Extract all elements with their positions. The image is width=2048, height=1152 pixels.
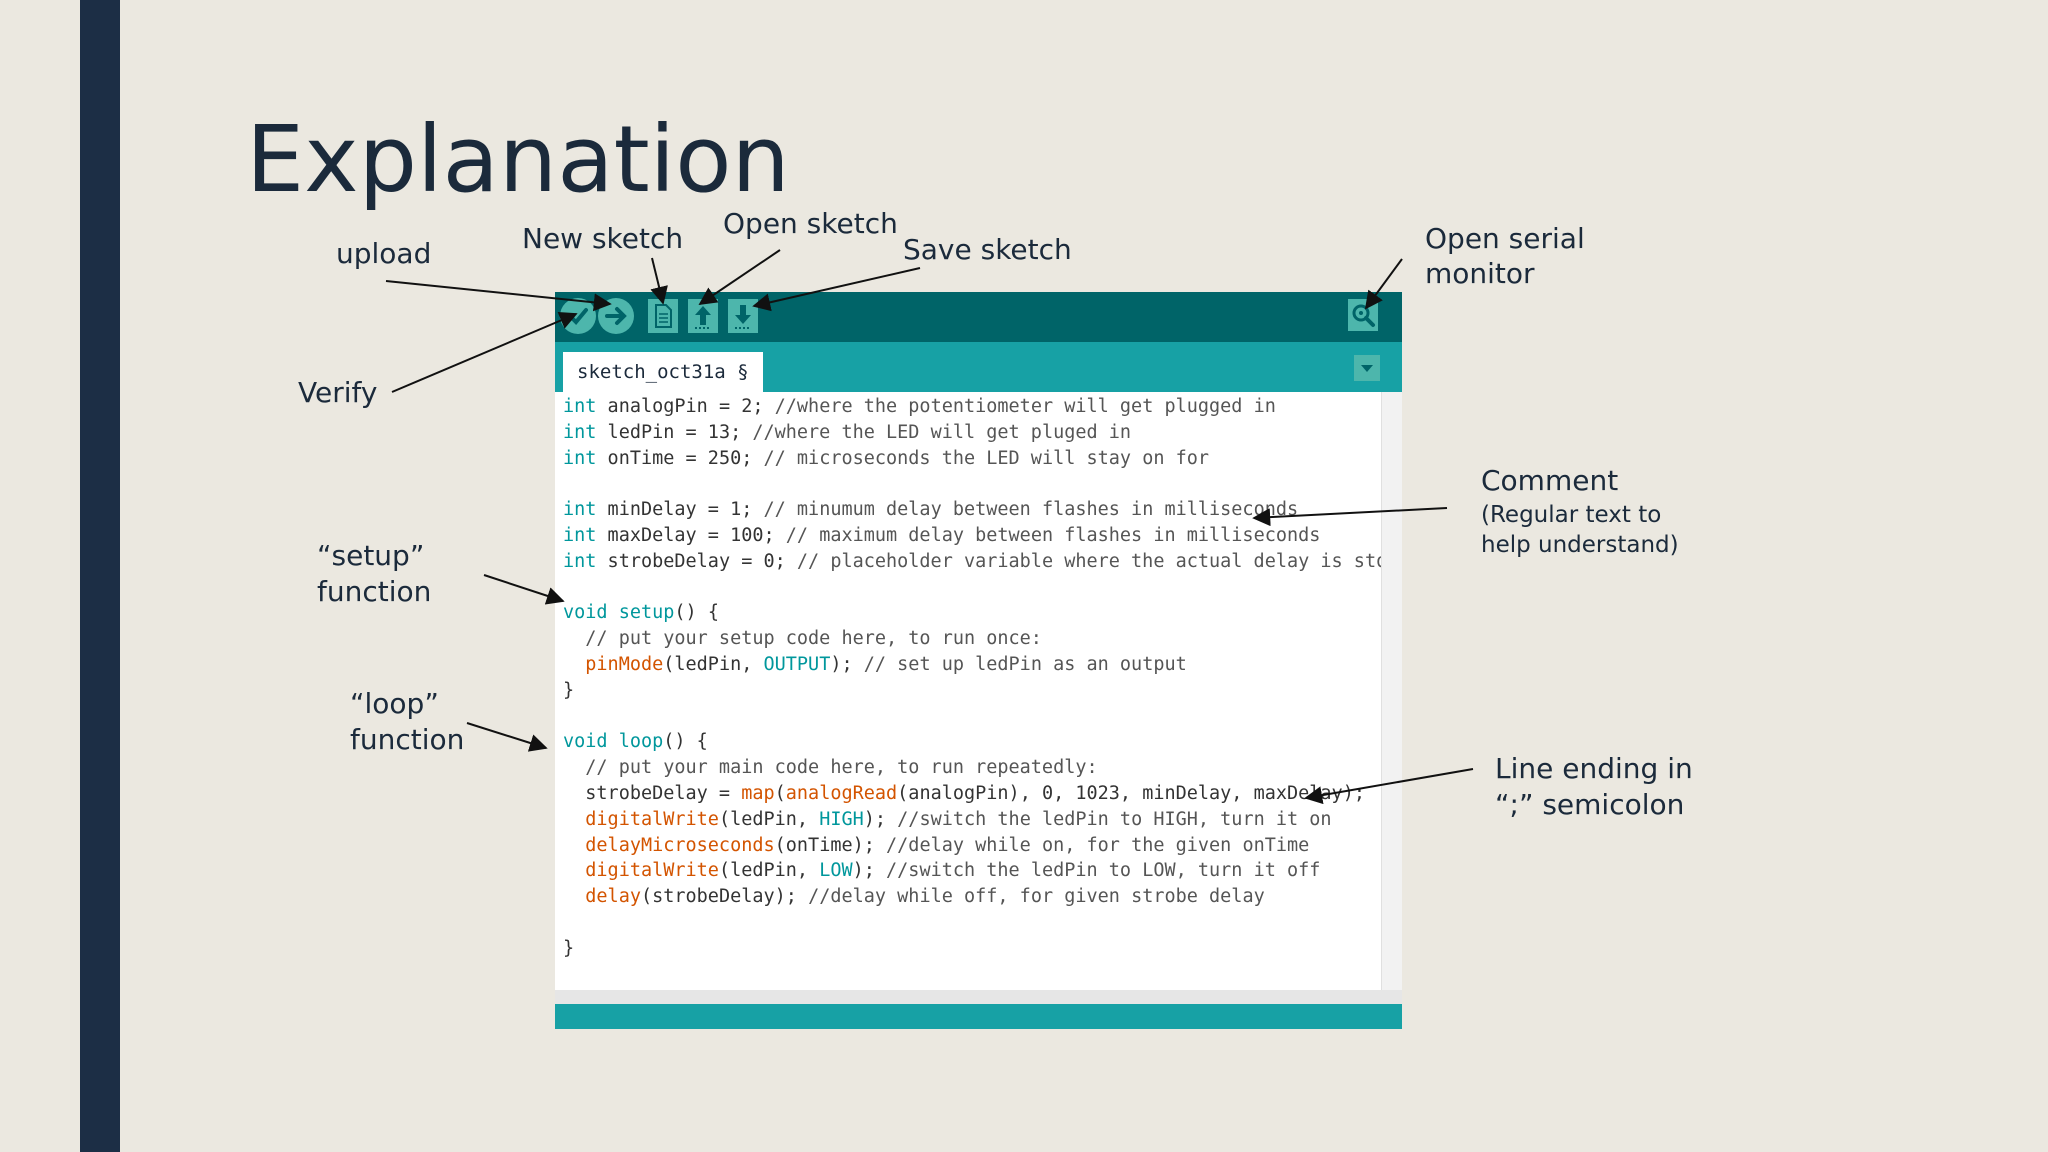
code-line: int onTime = 250; // microseconds the LE… <box>563 447 1210 469</box>
console-resize-handle[interactable] <box>555 990 1402 1004</box>
open-sketch-icon <box>695 306 711 329</box>
code-line: int maxDelay = 100; // maximum delay bet… <box>563 524 1321 546</box>
code-line: delay(strobeDelay); //delay while off, f… <box>585 886 1265 908</box>
label-comment: Comment <box>1481 464 1619 497</box>
code-line: delayMicroseconds(onTime); //delay while… <box>585 834 1310 856</box>
new-sketch-button[interactable] <box>648 299 678 333</box>
code-line: pinMode(ledPin, OUTPUT); // set up ledPi… <box>585 653 1187 675</box>
label-new-sketch: New sketch <box>522 222 684 255</box>
label-save-sketch: Save sketch <box>903 233 1072 266</box>
label-semicolon: “;” semicolon <box>1495 788 1685 821</box>
code-line: ​ <box>563 575 1402 601</box>
upload-icon <box>605 307 627 325</box>
label-open-serial: Open serial <box>1425 222 1585 255</box>
code-editor[interactable]: int analogPin = 2; //where the potentiom… <box>555 392 1402 990</box>
label-loop-function: function <box>350 723 465 756</box>
code-line: ​ <box>563 471 1402 497</box>
serial-monitor-button[interactable] <box>1348 299 1378 331</box>
code-line: int strobeDelay = 0; // placeholder vari… <box>563 550 1402 572</box>
arrow-setup <box>483 574 565 605</box>
code-line: strobeDelay = map(analogRead(analogPin),… <box>563 782 1365 804</box>
code-line: int analogPin = 2; //where the potentiom… <box>563 396 1276 417</box>
upload-button[interactable] <box>598 298 634 334</box>
code-line: void setup() { <box>563 602 719 624</box>
ide-toolbar <box>555 292 1402 342</box>
label-line-ending: Line ending in <box>1495 752 1693 785</box>
arduino-ide-window: sketch_oct31a § int analogPin = 2; //whe… <box>555 292 1402 1029</box>
code-line: } <box>563 679 575 701</box>
sketch-tab[interactable]: sketch_oct31a § <box>563 352 763 392</box>
arrow-loop <box>466 722 548 752</box>
code-line: int ledPin = 13; //where the LED will ge… <box>563 421 1132 443</box>
label-setup: “setup” <box>317 539 425 572</box>
sketch-code: int analogPin = 2; //where the potentiom… <box>563 394 1402 962</box>
label-comment-desc-2: help understand) <box>1481 532 1679 558</box>
code-line: // put your setup code here, to run once… <box>585 628 1042 650</box>
ide-tab-bar: sketch_oct31a § <box>555 342 1402 392</box>
code-line: ​ <box>563 910 1402 936</box>
serial-monitor-icon <box>1352 304 1375 327</box>
ide-status-bar <box>555 1004 1402 1029</box>
code-line: digitalWrite(ledPin, HIGH); //switch the… <box>585 808 1332 830</box>
tab-menu-button[interactable] <box>1354 355 1380 381</box>
arrow-verify <box>391 312 578 393</box>
save-sketch-icon <box>735 305 751 329</box>
code-line: int minDelay = 1; // minumum delay betwe… <box>563 499 1299 521</box>
new-sketch-icon <box>655 304 672 328</box>
verify-icon <box>568 308 588 325</box>
label-upload: upload <box>336 237 432 270</box>
save-sketch-button[interactable] <box>728 299 758 333</box>
label-loop: “loop” <box>350 687 439 720</box>
chevron-down-icon <box>1361 365 1373 372</box>
code-line: void loop() { <box>563 731 708 753</box>
code-line: ​ <box>563 704 1402 730</box>
label-verify: Verify <box>298 376 378 409</box>
code-line: } <box>563 937 575 959</box>
label-comment-desc-1: (Regular text to <box>1481 502 1662 528</box>
label-open-sketch: Open sketch <box>723 207 898 240</box>
open-sketch-button[interactable] <box>688 299 718 333</box>
verify-button[interactable] <box>560 298 596 334</box>
label-setup-function: function <box>317 575 432 608</box>
slide-title: Explanation <box>246 106 790 213</box>
code-line: // put your main code here, to run repea… <box>585 757 1098 779</box>
label-monitor: monitor <box>1425 257 1535 290</box>
code-line: digitalWrite(ledPin, LOW); //switch the … <box>585 860 1321 882</box>
left-accent-band <box>80 0 120 1152</box>
editor-scrollbar[interactable] <box>1381 392 1402 990</box>
